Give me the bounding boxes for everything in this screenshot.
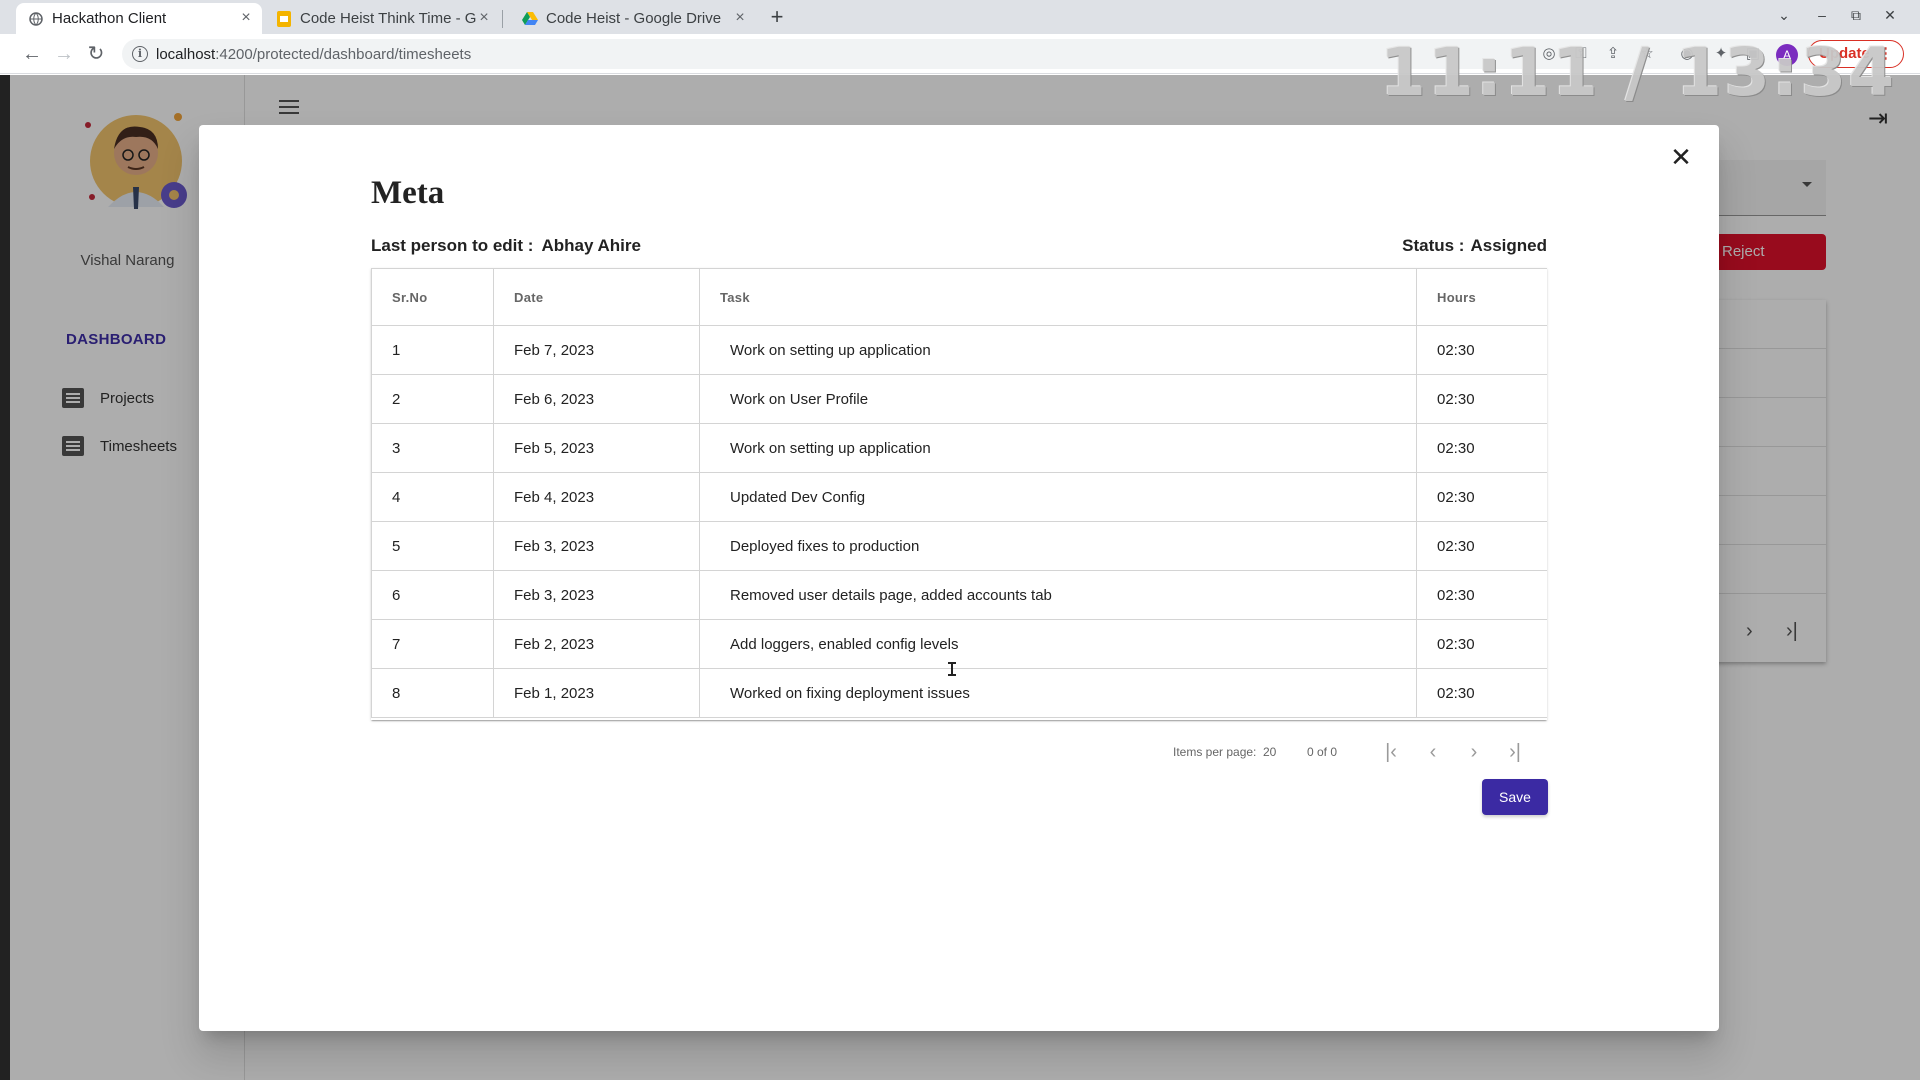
overlay-timestamp: 11:11 / 13:34	[1380, 34, 1897, 111]
cell-hours: 02:30	[1416, 472, 1547, 522]
cell-date: Feb 2, 2023	[493, 619, 700, 669]
column-header-date: Date	[493, 268, 700, 326]
browser-tabstrip: Hackathon Client × Code Heist Think Time…	[0, 0, 1920, 34]
last-edited-label: Last person to edit :	[371, 236, 534, 255]
slides-icon	[276, 10, 292, 27]
table-row[interactable]: 1 Feb 7, 2023 Work on setting up applica…	[371, 325, 1547, 375]
tab-search-icon[interactable]: ⌄	[1774, 5, 1794, 25]
cell-date: Feb 1, 2023	[493, 668, 700, 718]
table-row[interactable]: 3 Feb 5, 2023 Work on setting up applica…	[371, 423, 1547, 473]
cell-task: Work on setting up application	[699, 325, 1417, 375]
cell-srno: 1	[371, 325, 494, 375]
tab-title: Hackathon Client	[52, 10, 167, 27]
cell-hours: 02:30	[1416, 325, 1547, 375]
cell-task: Add loggers, enabled config levels	[699, 619, 1417, 669]
table-row[interactable]: 2 Feb 6, 2023 Work on User Profile 02:30	[371, 374, 1547, 424]
cell-date: Feb 3, 2023	[493, 570, 700, 620]
cell-date: Feb 7, 2023	[493, 325, 700, 375]
cell-srno: 5	[371, 521, 494, 571]
cell-hours: 02:30	[1416, 521, 1547, 571]
close-icon[interactable]: ✕	[1669, 144, 1693, 170]
meta-dialog: ✕ Meta Last person to edit : Abhay Ahire …	[199, 125, 1719, 1031]
tab-code-heist-google-drive[interactable]: Code Heist - Google Drive ×	[510, 3, 756, 34]
drive-icon	[522, 11, 538, 27]
status-info: Status : Assigned	[1402, 236, 1547, 256]
restore-icon[interactable]: ⧉	[1846, 5, 1866, 25]
globe-icon	[28, 11, 44, 27]
last-edited-by: Last person to edit : Abhay Ahire	[371, 236, 641, 256]
next-page-icon[interactable]: ›	[1460, 738, 1488, 766]
status-value: Assigned	[1470, 236, 1547, 255]
tab-hackathon-client[interactable]: Hackathon Client ×	[16, 3, 262, 34]
cell-date: Feb 5, 2023	[493, 423, 700, 473]
cell-task: Worked on fixing deployment issues	[699, 668, 1417, 718]
cell-task: Updated Dev Config	[699, 472, 1417, 522]
first-page-icon[interactable]: |‹	[1377, 738, 1405, 766]
tab-code-heist-think-time[interactable]: Code Heist Think Time - G ×	[264, 3, 500, 34]
reload-icon[interactable]: ↻	[84, 42, 108, 66]
cell-task: Removed user details page, added account…	[699, 570, 1417, 620]
table-header-row: Sr.No Date Task Hours	[371, 268, 1547, 326]
column-header-srno: Sr.No	[371, 268, 494, 326]
cell-hours: 02:30	[1416, 668, 1547, 718]
cell-hours: 02:30	[1416, 570, 1547, 620]
page-range-label: 0 of 0	[1307, 745, 1338, 759]
table-row[interactable]: 8 Feb 1, 2023 Worked on fixing deploymen…	[371, 668, 1547, 718]
back-icon[interactable]: ←	[20, 42, 44, 66]
table-row[interactable]: 4 Feb 4, 2023 Updated Dev Config 02:30	[371, 472, 1547, 522]
cell-hours: 02:30	[1416, 619, 1547, 669]
minimize-icon[interactable]: –	[1812, 5, 1832, 25]
cell-srno: 3	[371, 423, 494, 473]
save-button[interactable]: Save	[1482, 779, 1548, 815]
column-header-hours: Hours	[1416, 268, 1547, 326]
table-row[interactable]: 5 Feb 3, 2023 Deployed fixes to producti…	[371, 521, 1547, 571]
new-tab-button[interactable]: +	[766, 6, 788, 28]
close-tab-icon[interactable]: ×	[238, 10, 254, 26]
previous-page-icon[interactable]: ‹	[1419, 738, 1447, 766]
url-text: localhost:4200/protected/dashboard/times…	[156, 46, 472, 63]
cell-srno: 6	[371, 570, 494, 620]
table-row[interactable]: 6 Feb 3, 2023 Removed user details page,…	[371, 570, 1547, 620]
timesheet-table: Sr.No Date Task Hours 1 Feb 7, 2023 Work…	[371, 268, 1547, 720]
text-cursor-icon	[948, 662, 956, 676]
close-tab-icon[interactable]: ×	[476, 10, 492, 26]
tab-title: Code Heist Think Time - G	[300, 10, 477, 27]
close-tab-icon[interactable]: ×	[732, 10, 748, 26]
column-header-task: Task	[699, 268, 1417, 326]
window-close-icon[interactable]: ✕	[1880, 5, 1900, 25]
paginator: Items per page: 20 0 of 0 |‹ ‹ › ›|	[371, 732, 1547, 772]
cell-srno: 7	[371, 619, 494, 669]
cell-srno: 8	[371, 668, 494, 718]
cell-task: Deployed fixes to production	[699, 521, 1417, 571]
dialog-title: Meta	[371, 175, 445, 211]
site-info-icon[interactable]: i	[132, 46, 148, 62]
last-edited-value: Abhay Ahire	[541, 236, 641, 255]
cell-task: Work on User Profile	[699, 374, 1417, 424]
table-row[interactable]: 7 Feb 2, 2023 Add loggers, enabled confi…	[371, 619, 1547, 669]
tab-title: Code Heist - Google Drive	[546, 10, 722, 27]
cell-task: Work on setting up application	[699, 423, 1417, 473]
forward-icon[interactable]: →	[52, 42, 76, 66]
cell-hours: 02:30	[1416, 374, 1547, 424]
status-label: Status :	[1402, 236, 1465, 255]
cell-date: Feb 6, 2023	[493, 374, 700, 424]
last-page-icon[interactable]: ›|	[1501, 738, 1529, 766]
tab-separator	[502, 10, 503, 28]
cell-srno: 4	[371, 472, 494, 522]
items-per-page-select[interactable]: 20	[1263, 745, 1276, 759]
cell-hours: 02:30	[1416, 423, 1547, 473]
cell-srno: 2	[371, 374, 494, 424]
items-per-page-label: Items per page:	[1173, 745, 1257, 759]
cell-date: Feb 3, 2023	[493, 521, 700, 571]
cell-date: Feb 4, 2023	[493, 472, 700, 522]
